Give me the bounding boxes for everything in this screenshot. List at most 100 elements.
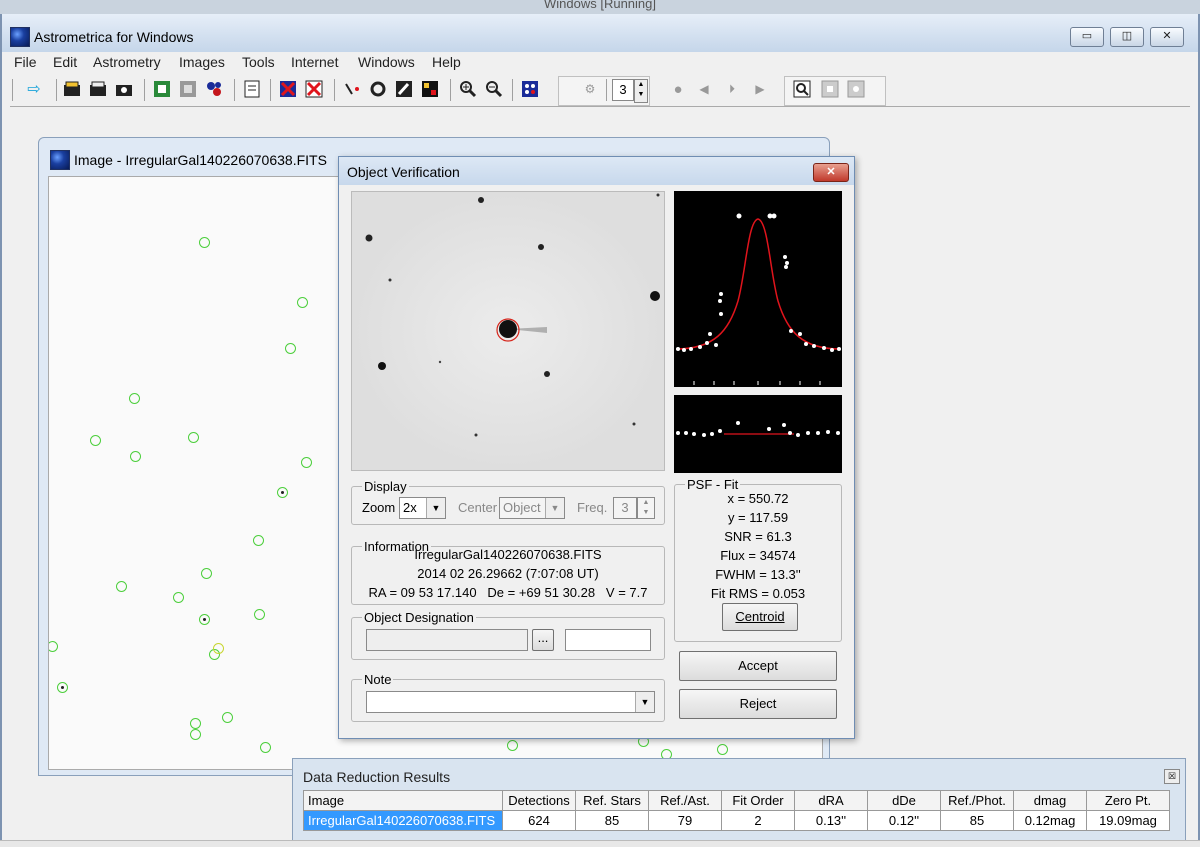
star-marker[interactable] <box>188 432 199 443</box>
cell-ref-ast[interactable]: 79 <box>648 810 722 831</box>
blink-interval-spinner[interactable]: ▲ ▼ <box>634 79 648 103</box>
menu-internet[interactable]: Internet <box>291 54 338 70</box>
settings-dice-icon[interactable] <box>520 79 540 99</box>
star-marker[interactable] <box>201 568 212 579</box>
cell-fit-order[interactable]: 2 <box>721 810 795 831</box>
toolbar-separator <box>606 79 607 101</box>
load-images-icon[interactable] <box>88 79 108 99</box>
col-image[interactable]: Image <box>303 790 503 811</box>
blink-off-icon[interactable] <box>278 79 298 99</box>
minimize-button[interactable]: ▭ <box>1070 27 1104 47</box>
star-field-icon[interactable] <box>420 79 440 99</box>
cell-ref-phot[interactable]: 85 <box>940 810 1014 831</box>
load-calibrated-icon[interactable] <box>114 79 134 99</box>
star-marker[interactable] <box>301 457 312 468</box>
menu-file[interactable]: File <box>14 54 37 70</box>
star-marker[interactable] <box>190 718 201 729</box>
play-icon[interactable]: ▶ <box>750 79 770 99</box>
edit-object-icon[interactable] <box>394 79 414 99</box>
cell-dra[interactable]: 0.13'' <box>794 810 868 831</box>
note-select[interactable]: ▼ <box>366 691 655 713</box>
col-ref-stars[interactable]: Ref. Stars <box>575 790 649 811</box>
menu-images[interactable]: Images <box>179 54 225 70</box>
freq-input[interactable]: 3 <box>613 497 637 519</box>
star-marker[interactable] <box>190 729 201 740</box>
blink-icon[interactable]: ⚙ <box>580 79 600 99</box>
cell-image[interactable]: IrregularGal140226070638.FITS <box>303 810 503 831</box>
reject-button[interactable]: Reject <box>679 689 837 719</box>
known-objects-icon[interactable] <box>204 79 224 99</box>
star-marker[interactable] <box>173 592 184 603</box>
connect-icon[interactable]: ⇨ <box>24 79 44 99</box>
cell-detections[interactable]: 624 <box>502 810 576 831</box>
menu-tools[interactable]: Tools <box>242 54 275 70</box>
record-icon[interactable]: ● <box>668 79 688 99</box>
open-images-icon[interactable] <box>62 79 82 99</box>
zoom-window-icon[interactable] <box>792 79 812 99</box>
zoom-out-icon[interactable] <box>484 79 504 99</box>
previous-frame-icon[interactable]: ◀ <box>694 79 714 99</box>
close-button[interactable]: ✕ <box>1150 27 1184 47</box>
next-frame-icon[interactable]: ⏵ <box>722 79 742 99</box>
menu-astrometry[interactable]: Astrometry <box>93 54 161 70</box>
designation-browse-button[interactable]: ... <box>532 629 554 651</box>
star-marker[interactable] <box>285 343 296 354</box>
dialog-close-button[interactable]: ✕ <box>813 163 849 182</box>
report-icon[interactable] <box>242 79 262 99</box>
star-marker[interactable] <box>199 614 210 625</box>
col-dmag[interactable]: dmag <box>1013 790 1087 811</box>
track-off-icon[interactable] <box>304 79 324 99</box>
data-reduction-icon[interactable] <box>152 79 172 99</box>
star-marker[interactable] <box>253 535 264 546</box>
zoom-in-icon[interactable] <box>458 79 478 99</box>
freq-spinner[interactable]: ▲ ▼ <box>637 497 655 519</box>
star-marker[interactable] <box>507 740 518 751</box>
col-ref-ast[interactable]: Ref./Ast. <box>648 790 722 811</box>
cell-ref-stars[interactable]: 85 <box>575 810 649 831</box>
col-ref-phot[interactable]: Ref./Phot. <box>940 790 1014 811</box>
zoom-settings-icon[interactable] <box>846 79 866 99</box>
star-marker[interactable] <box>222 712 233 723</box>
star-marker[interactable] <box>116 581 127 592</box>
star-marker[interactable] <box>57 682 68 693</box>
col-dra[interactable]: dRA <box>794 790 868 811</box>
menu-windows[interactable]: Windows <box>358 54 415 70</box>
cell-zero-pt[interactable]: 19.09mag <box>1086 810 1170 831</box>
chevron-down-icon: ▼ <box>426 498 445 518</box>
cell-dde[interactable]: 0.12'' <box>867 810 941 831</box>
menu-edit[interactable]: Edit <box>53 54 77 70</box>
object-circle-icon[interactable] <box>368 79 388 99</box>
star-marker[interactable] <box>90 435 101 446</box>
center-select[interactable]: Object ▼ <box>499 497 565 519</box>
results-close-button[interactable]: ☒ <box>1164 769 1180 784</box>
star-marker[interactable] <box>199 237 210 248</box>
col-detections[interactable]: Detections <box>502 790 576 811</box>
star-marker[interactable] <box>277 487 288 498</box>
star-marker[interactable] <box>260 742 271 753</box>
cell-dmag[interactable]: 0.12mag <box>1013 810 1087 831</box>
star-marker[interactable] <box>130 451 141 462</box>
star-marker[interactable] <box>297 297 308 308</box>
moving-object-icon[interactable] <box>342 79 362 99</box>
object-stamp-image[interactable] <box>351 191 665 471</box>
col-zero-pt[interactable]: Zero Pt. <box>1086 790 1170 811</box>
col-fit-order[interactable]: Fit Order <box>721 790 795 811</box>
star-marker[interactable] <box>213 643 224 654</box>
designation-input[interactable] <box>366 629 528 651</box>
star-marker[interactable] <box>129 393 140 404</box>
menu-bar: File Edit Astrometry Images Tools Intern… <box>2 52 1198 74</box>
restore-button[interactable]: ◫ <box>1110 27 1144 47</box>
photometry-icon[interactable] <box>178 79 198 99</box>
accept-button[interactable]: Accept <box>679 651 837 681</box>
centroid-button[interactable]: Centroid <box>722 603 798 631</box>
star-marker[interactable] <box>49 641 58 652</box>
designation-code-input[interactable] <box>565 629 651 651</box>
col-dde[interactable]: dDe <box>867 790 941 811</box>
menu-help[interactable]: Help <box>432 54 461 70</box>
star-marker[interactable] <box>717 744 728 755</box>
zoom-select[interactable]: 2x ▼ <box>399 497 446 519</box>
star-marker[interactable] <box>254 609 265 620</box>
blink-interval-input[interactable]: 3 <box>612 79 634 101</box>
table-row[interactable]: IrregularGal140226070638.FITS 624 85 79 … <box>303 810 1170 831</box>
zoom-region-icon[interactable] <box>820 79 840 99</box>
